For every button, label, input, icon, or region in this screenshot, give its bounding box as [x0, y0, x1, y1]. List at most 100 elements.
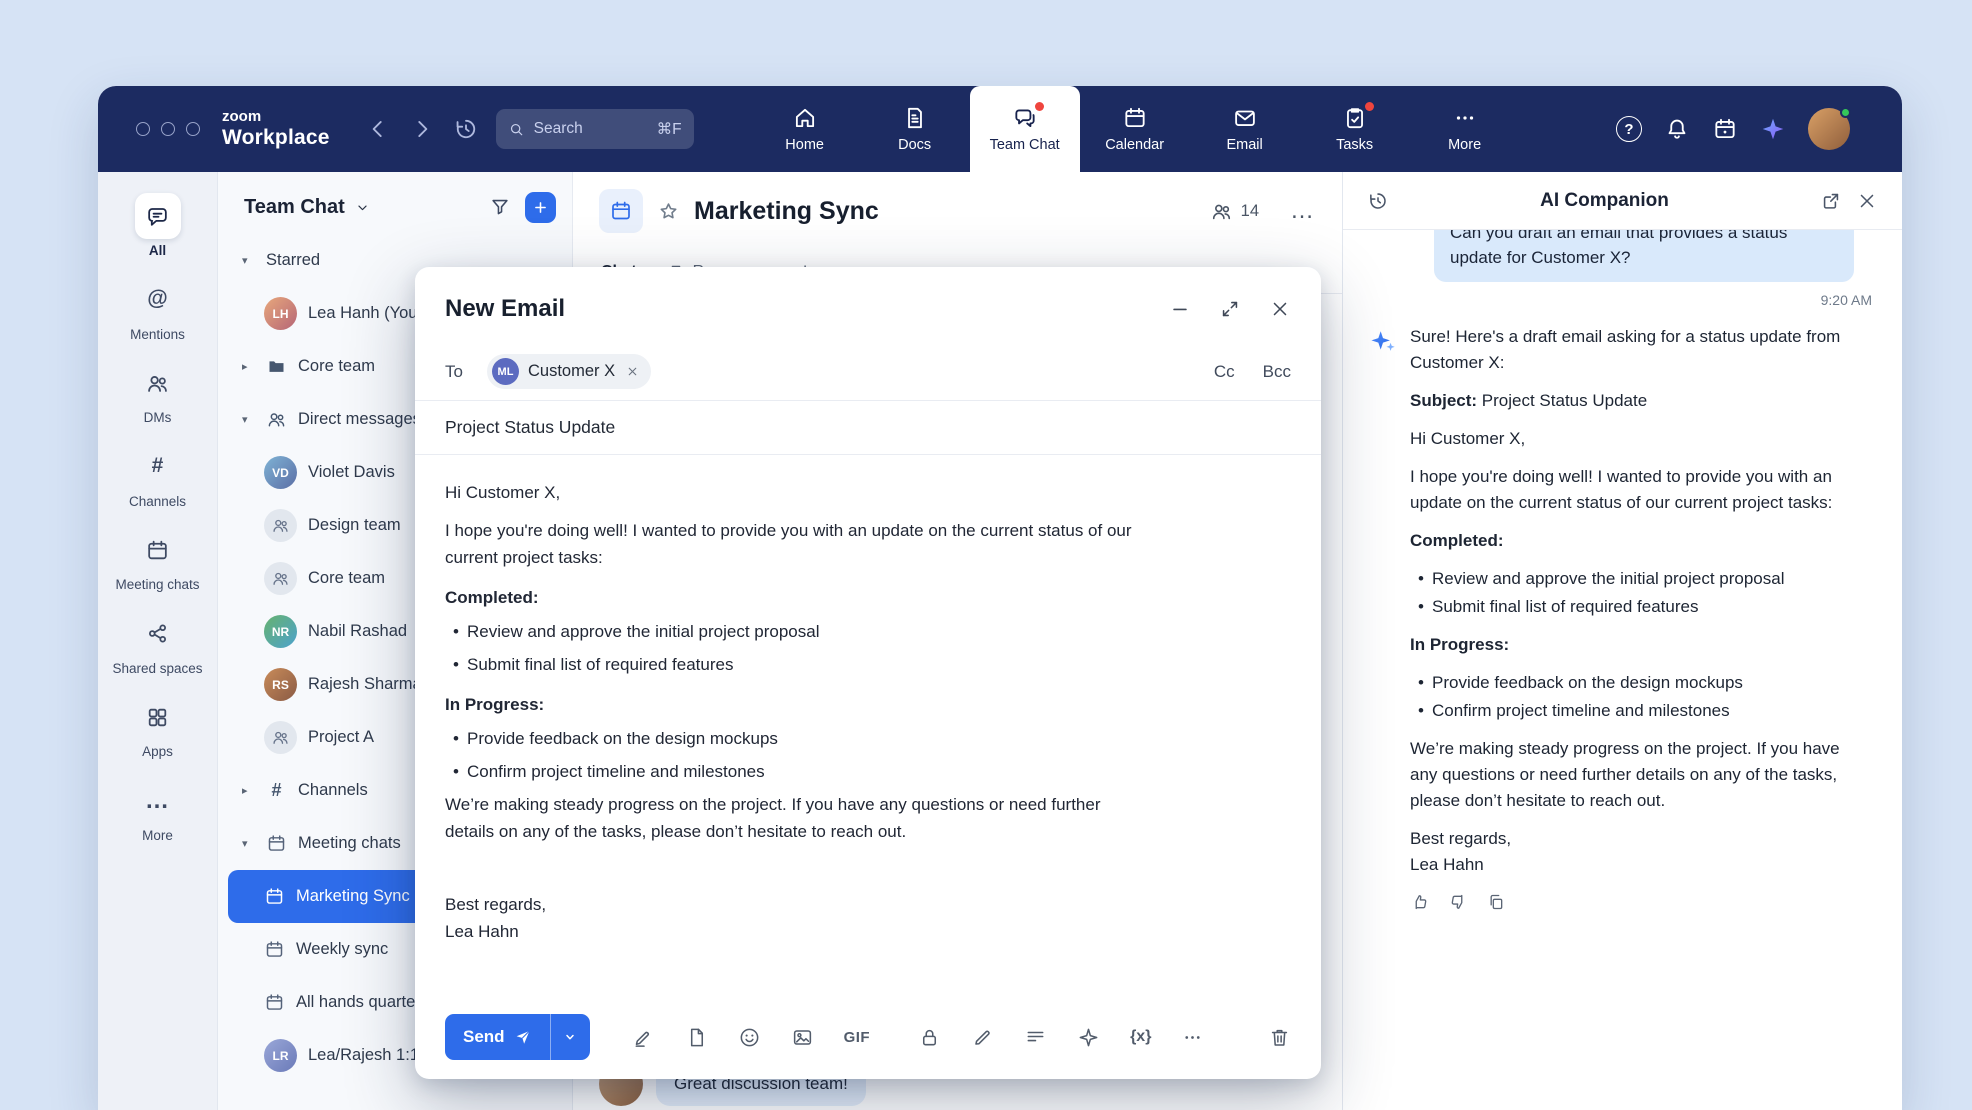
window-minimize-button[interactable]	[161, 122, 175, 136]
email-body-editor[interactable]: Hi Customer X, I hope you're doing well!…	[415, 455, 1321, 995]
disclosure-triangle[interactable]	[242, 360, 255, 373]
logo-zoom: zoom	[222, 109, 330, 126]
rail-item-shared-spaces[interactable]: Shared spaces	[98, 602, 217, 686]
people-icon	[266, 409, 287, 430]
ai-popout-button[interactable]	[1820, 190, 1842, 212]
ai-companion-panel: AI Companion Can you draft an email that…	[1342, 172, 1902, 1110]
more-options-button[interactable]	[1181, 1026, 1204, 1049]
list-item: Confirm project timeline and milestones	[445, 758, 1140, 785]
copy-button[interactable]	[1486, 892, 1506, 912]
thumbs-up-button[interactable]	[1410, 892, 1430, 912]
channel-more-button[interactable]: …	[1290, 206, 1316, 216]
recipient-chip[interactable]: ML Customer X	[487, 354, 651, 389]
ellipsis-icon	[145, 787, 170, 815]
tasks-badge	[1365, 102, 1374, 111]
open-in-new-icon	[1820, 190, 1842, 212]
nav-team-chat[interactable]: Team Chat	[970, 86, 1080, 172]
template-button[interactable]	[685, 1026, 708, 1049]
rail-item-more[interactable]: More	[98, 769, 217, 853]
modal-close-button[interactable]	[1269, 298, 1291, 320]
rail-item-meeting-chats[interactable]: Meeting chats	[98, 518, 217, 602]
history-button[interactable]	[448, 111, 484, 147]
edit-button[interactable]	[971, 1026, 994, 1049]
list-item: Provide feedback on the design mockups	[445, 725, 1140, 752]
new-chat-button[interactable]	[525, 192, 556, 223]
ai-intro-para: I hope you're doing well! I wanted to pr…	[1410, 464, 1842, 516]
ai-assist-button[interactable]	[1077, 1026, 1100, 1049]
logo-workplace: Workplace	[222, 126, 330, 149]
discard-draft-button[interactable]	[1268, 1026, 1291, 1049]
rail-item-mentions[interactable]: Mentions	[98, 268, 217, 352]
search-input[interactable]: Search ⌘F	[496, 109, 694, 149]
disclosure-triangle[interactable]	[242, 837, 255, 850]
filter-button[interactable]	[489, 196, 511, 218]
email-greeting: Hi Customer X,	[445, 479, 1140, 506]
search-shortcut: ⌘F	[657, 120, 682, 139]
rail-item-channels[interactable]: Channels	[98, 435, 217, 519]
nav-home[interactable]: Home	[750, 86, 860, 172]
back-button[interactable]	[360, 111, 396, 147]
ai-subject-line: Subject: Project Status Update	[1410, 388, 1842, 414]
nav-tasks[interactable]: Tasks	[1300, 86, 1410, 172]
cc-button[interactable]: Cc	[1214, 362, 1235, 382]
window-maximize-button[interactable]	[186, 122, 200, 136]
compose-with-ai-button[interactable]	[632, 1026, 655, 1049]
tasks-icon	[1342, 105, 1368, 131]
modal-expand-button[interactable]	[1219, 298, 1241, 320]
compose-toolbar: Send GIF {x}	[415, 995, 1321, 1079]
calendar-shortcut-button[interactable]	[1712, 116, 1738, 142]
meeting-calendar-icon	[264, 886, 285, 907]
disclosure-triangle[interactable]	[242, 413, 255, 426]
members-button[interactable]: 14	[1210, 200, 1259, 223]
rail-item-all[interactable]: All	[98, 184, 217, 268]
ai-signoff: Best regards,Lea Hahn	[1410, 826, 1842, 878]
nav-email[interactable]: Email	[1190, 86, 1300, 172]
sidebar-title[interactable]: Team Chat	[244, 196, 345, 219]
chevron-down-icon[interactable]	[354, 199, 371, 216]
ai-greeting: Hi Customer X,	[1410, 426, 1842, 452]
ai-close-button[interactable]	[1856, 190, 1878, 212]
main-nav: Home Docs Team Chat Calendar Email	[750, 86, 1520, 172]
encrypt-button[interactable]	[918, 1026, 941, 1049]
signature-button[interactable]	[1024, 1026, 1047, 1049]
docs-icon	[902, 105, 928, 131]
favorite-star-button[interactable]	[657, 200, 680, 223]
send-button[interactable]: Send	[445, 1014, 550, 1060]
rail-item-dms[interactable]: DMs	[98, 351, 217, 435]
nav-calendar[interactable]: Calendar	[1080, 86, 1190, 172]
remove-recipient-button[interactable]	[626, 365, 639, 378]
to-field[interactable]: To ML Customer X Cc Bcc	[415, 343, 1321, 401]
at-icon	[147, 287, 167, 311]
disclosure-triangle[interactable]	[242, 784, 255, 797]
send-options-button[interactable]	[550, 1014, 590, 1060]
help-icon[interactable]: ?	[1616, 116, 1642, 142]
new-email-modal: New Email To ML Customer X Cc Bcc Projec…	[415, 267, 1321, 1079]
star-icon	[657, 200, 680, 223]
nav-docs[interactable]: Docs	[860, 86, 970, 172]
forward-button[interactable]	[404, 111, 440, 147]
modal-minimize-button[interactable]	[1169, 298, 1191, 320]
notifications-button[interactable]	[1664, 116, 1690, 142]
variables-button[interactable]: {x}	[1130, 1028, 1151, 1046]
close-icon	[1269, 298, 1291, 320]
avatar: VD	[264, 456, 297, 489]
nav-more[interactable]: More	[1410, 86, 1520, 172]
user-avatar[interactable]	[1808, 108, 1850, 150]
apps-icon	[145, 705, 170, 730]
chat-bubble-icon	[145, 204, 170, 229]
bcc-button[interactable]: Bcc	[1263, 362, 1291, 382]
disclosure-triangle[interactable]	[242, 254, 255, 267]
ai-conversation[interactable]: Can you draft an email that provides a s…	[1343, 230, 1902, 1110]
paper-plane-icon	[514, 1028, 532, 1046]
recipient-name: Customer X	[528, 362, 615, 381]
ai-history-button[interactable]	[1367, 190, 1389, 212]
window-close-button[interactable]	[136, 122, 150, 136]
thumbs-down-button[interactable]	[1448, 892, 1468, 912]
ai-companion-button[interactable]	[1760, 116, 1786, 142]
meeting-calendar-icon	[266, 833, 287, 854]
gif-button[interactable]: GIF	[844, 1029, 871, 1046]
rail-item-apps[interactable]: Apps	[98, 685, 217, 769]
image-button[interactable]	[791, 1026, 814, 1049]
emoji-button[interactable]	[738, 1026, 761, 1049]
subject-field[interactable]: Project Status Update	[415, 401, 1321, 455]
